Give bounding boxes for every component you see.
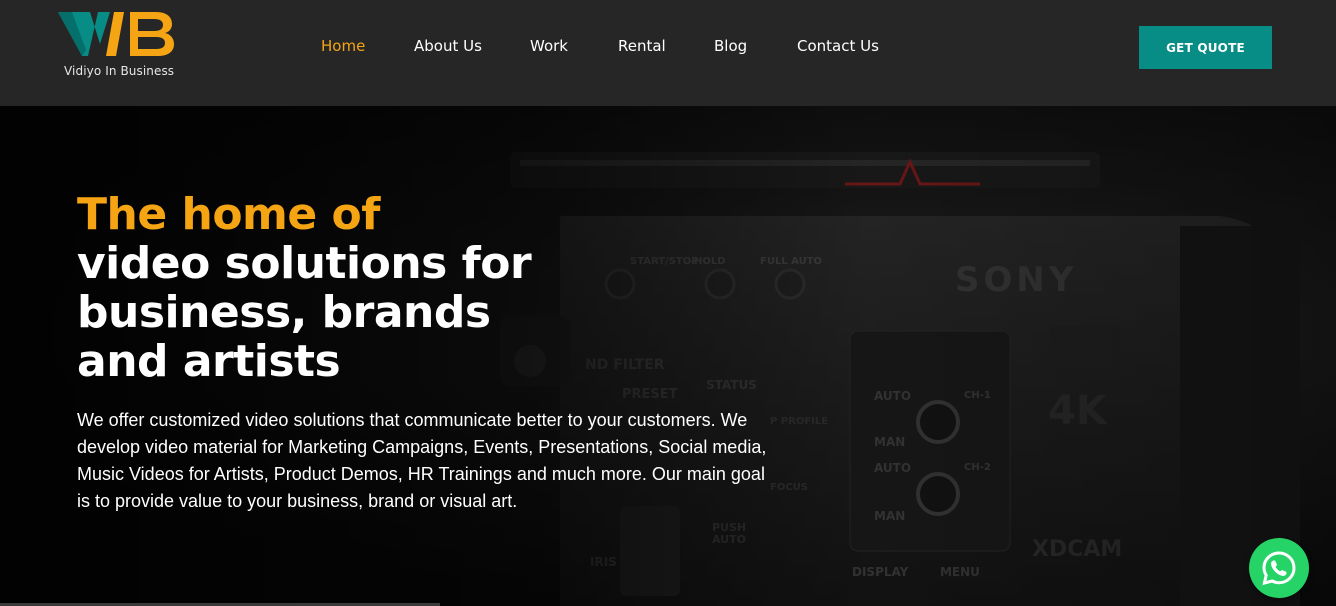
headline-line-1: video solutions for	[77, 238, 532, 289]
whatsapp-icon	[1262, 551, 1296, 586]
headline-line-2: business, brands	[77, 287, 491, 338]
nav-contact-us[interactable]: Contact Us	[797, 37, 879, 55]
main-nav: Home About Us Work Rental Blog Contact U…	[0, 0, 1336, 94]
nav-rental[interactable]: Rental	[618, 37, 666, 55]
nav-blog[interactable]: Blog	[714, 37, 747, 55]
nav-about-us[interactable]: About Us	[414, 37, 482, 55]
headline-accent: The home of	[77, 189, 380, 240]
headline-line-3: and artists	[77, 336, 341, 387]
site-header: Vidiyo In Business Home About Us Work Re…	[0, 0, 1336, 106]
hero-description: We offer customized video solutions that…	[77, 410, 767, 511]
hero-section: SONY 4K XDCAM START/STOP HOLD FULL AUTO …	[0, 106, 1336, 606]
hero-headline: The home of video solutions for business…	[77, 189, 532, 387]
nav-home[interactable]: Home	[321, 37, 365, 55]
whatsapp-chat-button[interactable]	[1249, 538, 1309, 598]
nav-work[interactable]: Work	[530, 37, 568, 55]
get-quote-button[interactable]: GET QUOTE	[1139, 26, 1272, 69]
